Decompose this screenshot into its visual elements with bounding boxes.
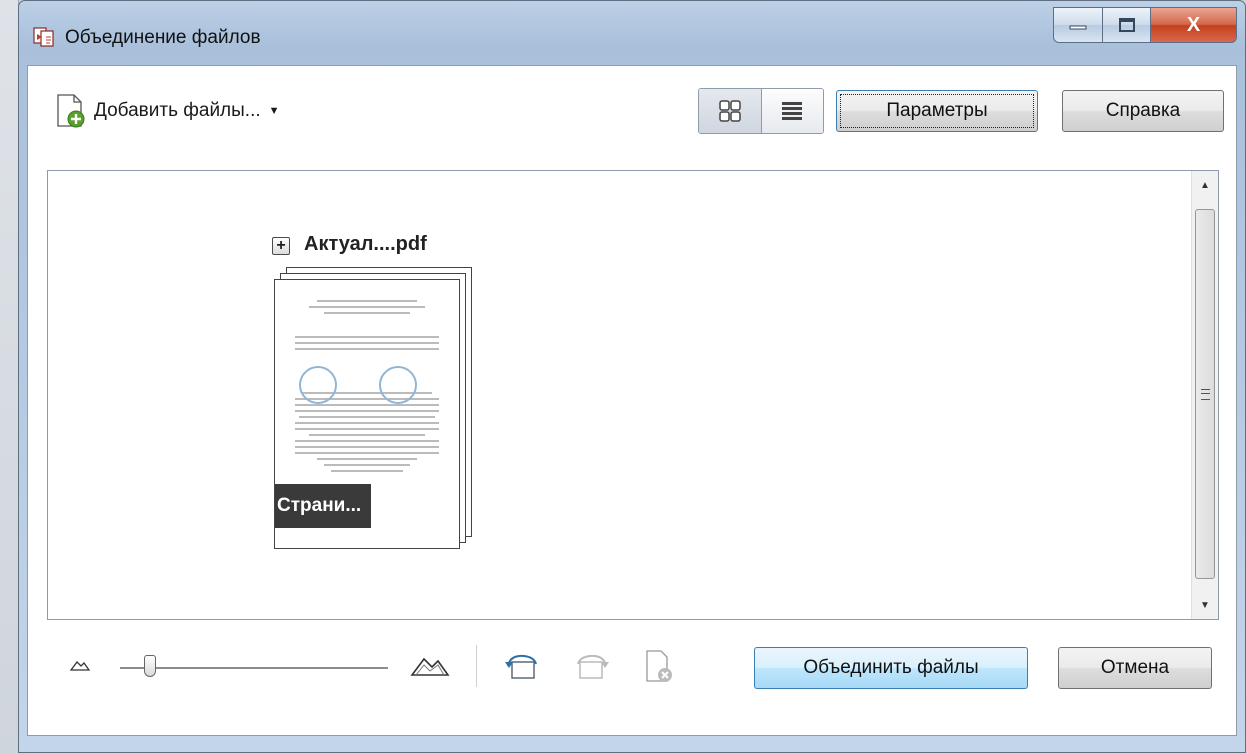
help-button[interactable]: Справка: [1062, 90, 1224, 132]
minimize-icon: [1069, 25, 1087, 30]
title-bar: Объединение файлов X: [19, 1, 1245, 65]
combine-files-dialog: Объединение файлов X Добавить файлы... ▼: [18, 0, 1246, 753]
combine-files-button[interactable]: Объединить файлы: [754, 647, 1028, 689]
file-thumbnail-area[interactable]: + Актуал....pdf Страни... ▲ ▼: [47, 170, 1219, 620]
list-view-icon: [782, 102, 803, 120]
options-label: Параметры: [886, 100, 988, 121]
maximize-button[interactable]: [1103, 7, 1151, 43]
add-files-button[interactable]: Добавить файлы... ▼: [56, 94, 280, 128]
help-label: Справка: [1105, 100, 1181, 121]
page-thumbnail[interactable]: Страни...: [274, 279, 460, 549]
close-button[interactable]: X: [1151, 7, 1237, 43]
rotate-right-icon: [577, 654, 609, 679]
cancel-button[interactable]: Отмена: [1058, 647, 1212, 689]
page-label: Страни...: [275, 484, 371, 528]
remove-document-icon: [646, 650, 672, 682]
seal-stamp: [379, 366, 417, 404]
zoom-slider-thumb[interactable]: [144, 655, 156, 677]
zoom-in-mountain-icon: [410, 657, 450, 676]
vertical-scrollbar[interactable]: ▲ ▼: [1191, 171, 1218, 619]
view-toggle: [698, 88, 824, 134]
scroll-down-icon: ▼: [1200, 599, 1210, 611]
scroll-down-button[interactable]: ▼: [1192, 593, 1218, 617]
toolbar-separator: [476, 645, 477, 687]
minimize-button[interactable]: [1053, 7, 1103, 43]
dialog-client-area: Добавить файлы... ▼ Параметры Справка + …: [27, 65, 1237, 736]
seal-stamp: [299, 366, 337, 404]
file-item[interactable]: + Актуал....pdf Страни...: [272, 233, 502, 573]
expand-file-button[interactable]: +: [272, 237, 290, 255]
rotate-right-button[interactable]: [572, 649, 612, 685]
close-icon: X: [1186, 13, 1201, 36]
rotate-left-button[interactable]: [502, 649, 542, 685]
window-controls: X: [1053, 7, 1237, 45]
remove-file-button[interactable]: [640, 649, 680, 685]
zoom-out-mountain-icon: [70, 661, 90, 671]
scroll-up-button[interactable]: ▲: [1192, 173, 1218, 197]
window-title: Объединение файлов: [65, 27, 261, 48]
scroll-thumb[interactable]: [1195, 209, 1215, 579]
background-window-edge: [0, 0, 19, 753]
options-button[interactable]: Параметры: [836, 90, 1038, 132]
combine-files-icon: [33, 27, 54, 47]
rotate-left-icon: [505, 654, 537, 679]
add-files-label: Добавить файлы...: [94, 100, 261, 121]
maximize-icon: [1118, 18, 1135, 32]
list-view-button[interactable]: [761, 89, 823, 133]
add-document-icon: [57, 94, 85, 128]
cancel-label: Отмена: [1100, 657, 1170, 678]
zoom-slider[interactable]: [120, 667, 388, 669]
grid-view-icon: [719, 100, 741, 122]
dropdown-arrow-icon: ▼: [268, 105, 280, 117]
scroll-up-icon: ▲: [1200, 179, 1210, 191]
combine-files-label: Объединить файлы: [803, 657, 979, 678]
grip-icon: [1200, 388, 1210, 400]
thumbnail-view-button[interactable]: [699, 89, 762, 133]
file-name: Актуал....pdf: [304, 233, 427, 255]
bottom-toolbar: Объединить файлы Отмена: [28, 631, 1236, 701]
